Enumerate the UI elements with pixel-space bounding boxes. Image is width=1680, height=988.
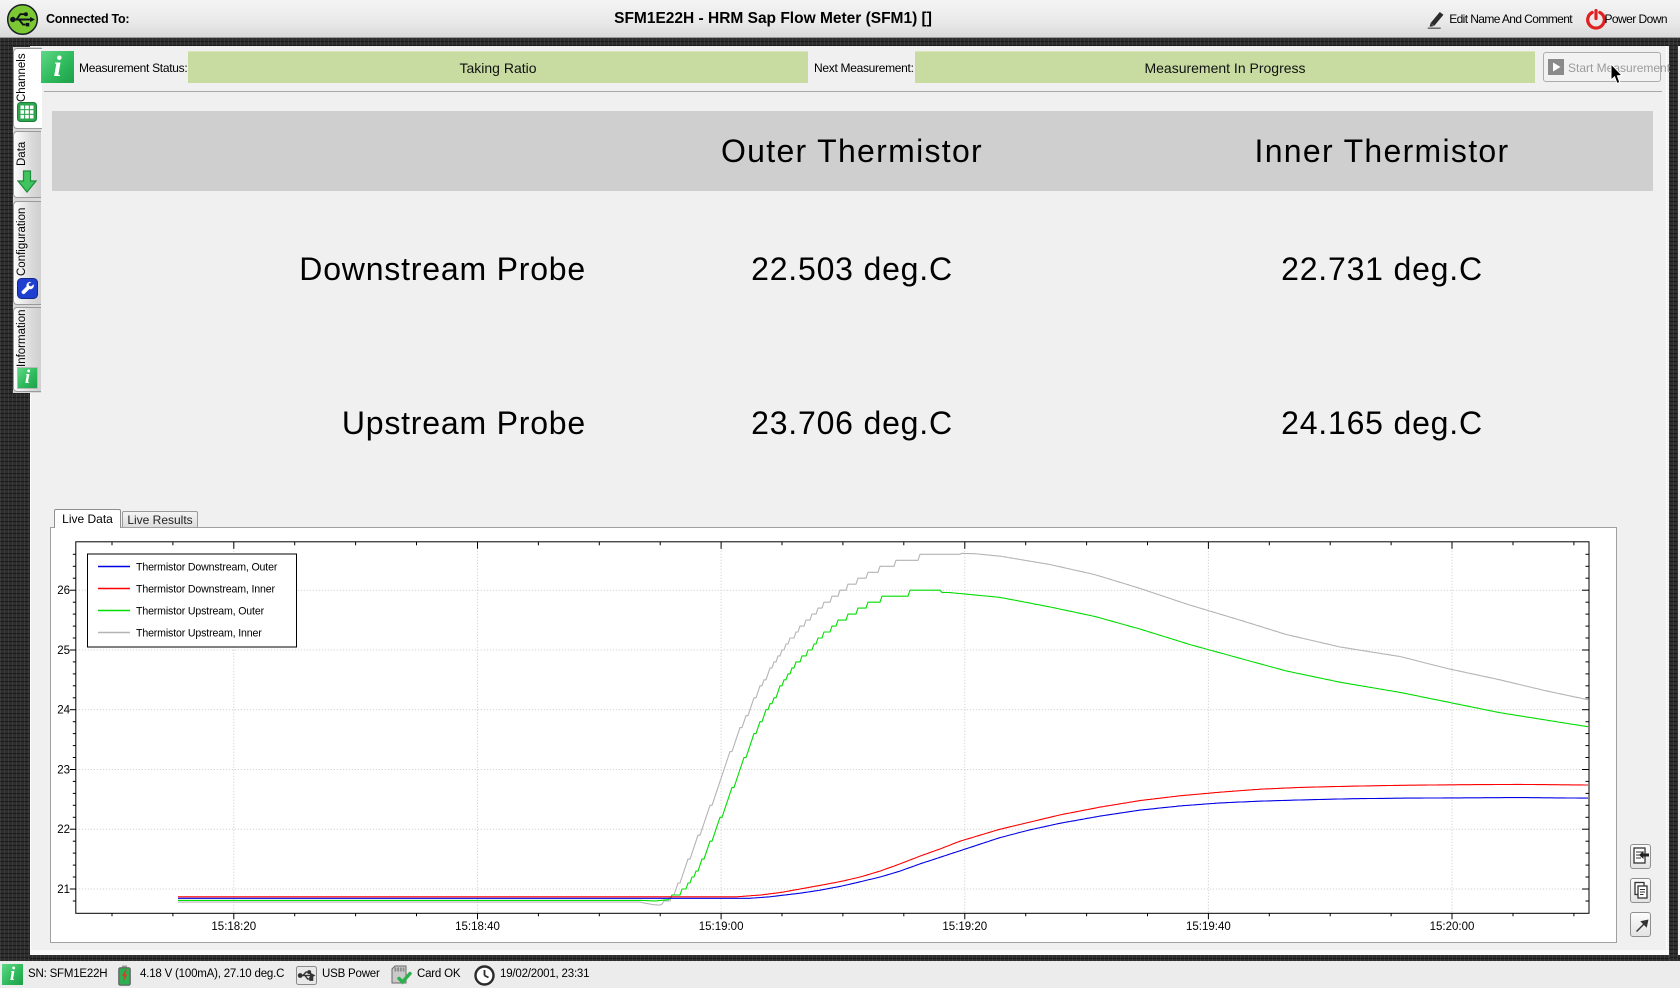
svg-text:Thermistor Downstream, Outer: Thermistor Downstream, Outer [136,562,278,574]
svg-text:Thermistor Upstream, Outer: Thermistor Upstream, Outer [136,606,265,618]
svg-text:15:18:40: 15:18:40 [455,921,500,933]
svg-text:26: 26 [57,585,70,597]
svg-text:15:19:40: 15:19:40 [1186,921,1231,933]
svg-text:25: 25 [57,645,70,657]
svg-text:15:19:20: 15:19:20 [942,921,987,933]
svg-text:24: 24 [57,705,70,717]
svg-text:21: 21 [57,884,70,896]
svg-text:Thermistor Downstream, Inner: Thermistor Downstream, Inner [136,584,275,596]
svg-text:15:20:00: 15:20:00 [1430,921,1475,933]
svg-text:15:18:20: 15:18:20 [211,921,256,933]
svg-text:22: 22 [57,824,70,836]
svg-text:23: 23 [57,765,70,777]
svg-text:Thermistor Upstream, Inner: Thermistor Upstream, Inner [136,628,262,640]
svg-text:15:19:00: 15:19:00 [699,921,744,933]
